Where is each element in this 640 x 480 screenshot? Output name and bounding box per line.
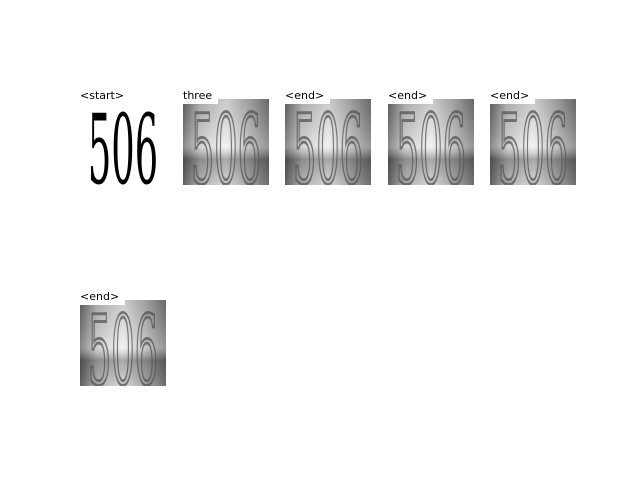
panel-title: <end> [388, 89, 434, 104]
digit-image: 506 [80, 99, 166, 185]
image-panel: 506 <end> [285, 89, 371, 185]
panel-title: three [183, 89, 219, 104]
digit-image: 506 [285, 99, 371, 185]
svg-text:506: 506 [498, 99, 568, 185]
image-panel: 506 <start> [80, 89, 166, 185]
svg-text:506: 506 [88, 300, 158, 386]
digit-image: 506 [80, 300, 166, 386]
digit-image: 506 [388, 99, 474, 185]
digit-image: 506 [490, 99, 576, 185]
svg-text:506: 506 [293, 99, 363, 185]
panel-title: <end> [490, 89, 536, 104]
svg-text:506: 506 [191, 99, 261, 185]
panel-title: <start> [80, 89, 131, 104]
image-panel: 506 <end> [80, 290, 166, 386]
panel-title: <end> [80, 290, 126, 305]
panel-title: <end> [285, 89, 331, 104]
svg-text:506: 506 [88, 99, 158, 185]
image-panel: 506 <end> [388, 89, 474, 185]
image-panel: 506 three [183, 89, 269, 185]
svg-text:506: 506 [396, 99, 466, 185]
image-panel: 506 <end> [490, 89, 576, 185]
digit-image: 506 [183, 99, 269, 185]
